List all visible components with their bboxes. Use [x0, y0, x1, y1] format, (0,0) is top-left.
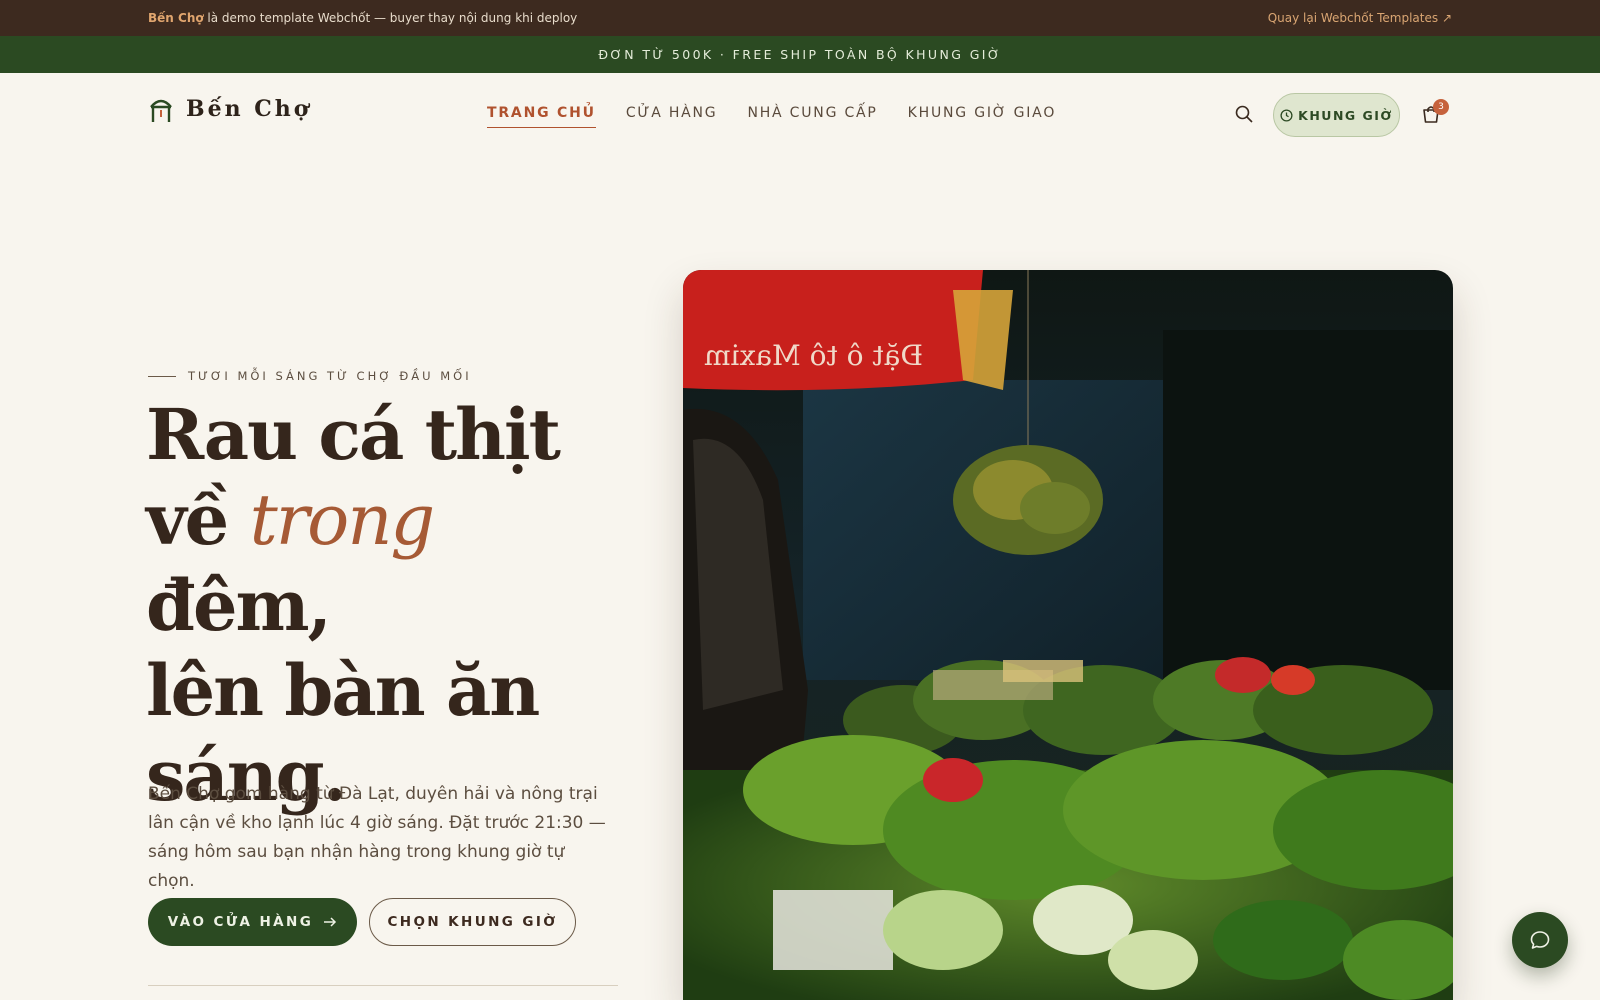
section-divider [148, 985, 618, 986]
market-stall-icon [150, 99, 172, 122]
chat-bubble-icon [1530, 931, 1550, 949]
delivery-slot-label: KHUNG GIỜ [1298, 107, 1393, 123]
back-to-templates-link[interactable]: Quay lại Webchốt Templates ↗ [1268, 11, 1452, 25]
search-icon[interactable] [1234, 104, 1254, 124]
choose-slot-button[interactable]: CHỌN KHUNG GIỜ [369, 898, 576, 946]
headline-line-3: lên bàn ăn [146, 649, 540, 732]
nav-suppliers[interactable]: NHÀ CUNG CẤP [747, 105, 877, 128]
shop-button[interactable]: VÀO CỬA HÀNG [148, 898, 357, 946]
hero-description: Bến Chợ gom hàng từ Đà Lạt, duyên hải và… [148, 784, 606, 891]
announcement-bar: Bến Chợ là demo template Webchốt — buyer… [0, 0, 1600, 36]
arrow-right-icon [324, 917, 337, 927]
site-header: Bến Chợ TRANG CHỦ CỬA HÀNG NHÀ CUNG CẤP … [0, 73, 1600, 153]
headline-line-1: Rau cá thịt [146, 393, 561, 476]
demo-notice: Bến Chợ là demo template Webchốt — buyer… [148, 11, 577, 25]
nav-delivery-slots[interactable]: KHUNG GIỜ GIAO [908, 105, 1056, 128]
nav-home[interactable]: TRANG CHỦ [487, 105, 596, 128]
cart-count-badge: 3 [1433, 99, 1449, 115]
headline-line-2-post: đêm, [146, 564, 332, 647]
logo[interactable]: Bến Chợ [148, 95, 311, 123]
delivery-slot-button[interactable]: KHUNG GIỜ [1273, 93, 1400, 137]
nav-shop[interactable]: CỬA HÀNG [626, 105, 718, 128]
hero-image: Đặt ô tô Maxim [683, 270, 1453, 1000]
choose-slot-label: CHỌN KHUNG GIỜ [387, 914, 558, 930]
market-sign-text: Đặt ô tô Maxim [704, 339, 923, 372]
shop-button-label: VÀO CỬA HÀNG [167, 914, 314, 930]
chat-button[interactable] [1512, 912, 1568, 968]
eyebrow-rule [148, 375, 176, 377]
market-photo: Đặt ô tô Maxim [683, 270, 1453, 1000]
hero-headline: Rau cá thịt về trong đêm, lên bàn ăn sán… [146, 392, 626, 818]
clock-icon [1280, 108, 1293, 122]
logo-text: Bến Chợ [186, 96, 312, 122]
promo-banner: ĐƠN TỪ 500K · FREE SHIP TOÀN BỘ KHUNG GI… [0, 36, 1600, 73]
demo-notice-text: là demo template Webchốt — buyer thay nộ… [203, 11, 578, 25]
hero-eyebrow: TƯƠI MỖI SÁNG TỪ CHỢ ĐẦU MỐI [148, 369, 472, 383]
eyebrow-text: TƯƠI MỖI SÁNG TỪ CHỢ ĐẦU MỐI [188, 369, 472, 383]
brand-name: Bến Chợ [148, 11, 204, 25]
main-nav: TRANG CHỦ CỬA HÀNG NHÀ CUNG CẤP KHUNG GI… [487, 105, 1086, 128]
headline-accent-word: trong [249, 479, 436, 561]
headline-line-2-pre: về [146, 478, 250, 561]
